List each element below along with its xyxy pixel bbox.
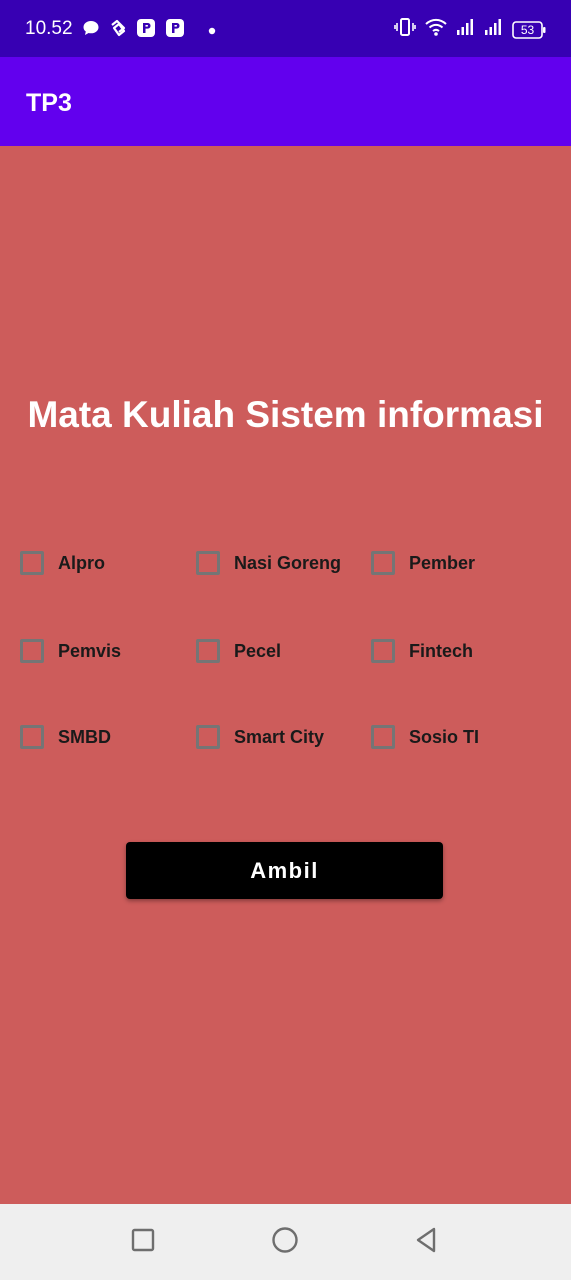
- main-content: Mata Kuliah Sistem informasi Alpro Nasi …: [0, 146, 571, 1204]
- checkbox-square-icon[interactable]: [196, 639, 220, 663]
- back-icon: [414, 1226, 438, 1259]
- back-button[interactable]: [408, 1224, 444, 1260]
- checkbox-label: Alpro: [58, 553, 105, 573]
- recents-icon: [131, 1228, 155, 1257]
- checkbox-smbd[interactable]: SMBD: [11, 717, 111, 757]
- checkbox-label: Fintech: [409, 641, 474, 661]
- link-icon: [109, 19, 127, 42]
- checkbox-pemvis[interactable]: Pemvis: [11, 631, 121, 671]
- status-system-icons: 53: [394, 17, 546, 42]
- status-bar: 10.52 53: [0, 0, 571, 57]
- checkbox-square-icon[interactable]: [20, 551, 44, 575]
- checkbox-label: Smart City: [234, 727, 325, 747]
- p-app-icon: [136, 18, 156, 43]
- app-title: TP3: [26, 89, 72, 117]
- checkbox-square-icon[interactable]: [371, 725, 395, 749]
- dot-icon: [208, 22, 216, 40]
- checkbox-square-icon[interactable]: [20, 639, 44, 663]
- battery-icon: 53: [512, 20, 546, 39]
- p-app-icon: [165, 18, 185, 43]
- app-bar: TP3: [0, 57, 571, 146]
- checkbox-pecel[interactable]: Pecel: [187, 631, 281, 671]
- navigation-bar: [0, 1204, 571, 1280]
- checkbox-square-icon[interactable]: [20, 725, 44, 749]
- checkbox-label: Nasi Goreng: [234, 553, 342, 573]
- recents-button[interactable]: [125, 1224, 161, 1260]
- chat-icon: [82, 19, 100, 42]
- signal-icon: [456, 18, 476, 41]
- home-button[interactable]: [267, 1224, 303, 1260]
- checkbox-alpro[interactable]: Alpro: [11, 543, 105, 583]
- checkbox-label: Pemvis: [58, 641, 122, 661]
- checkbox-fintech[interactable]: Fintech: [362, 631, 473, 671]
- checkbox-smart-city[interactable]: Smart City: [187, 717, 324, 757]
- status-time: 10.52: [25, 18, 73, 39]
- checkbox-square-icon[interactable]: [196, 725, 220, 749]
- battery-level: 53: [520, 22, 535, 37]
- home-icon: [271, 1226, 299, 1259]
- checkbox-label: Pecel: [234, 641, 282, 661]
- course-checkbox-grid: Alpro Nasi Goreng Pember Pemvis Pecel Fi…: [0, 146, 571, 846]
- checkbox-nasi-goreng[interactable]: Nasi Goreng: [187, 543, 341, 583]
- checkbox-pember[interactable]: Pember: [362, 543, 475, 583]
- checkbox-square-icon[interactable]: [196, 551, 220, 575]
- vibrate-icon: [394, 17, 416, 42]
- signal-icon: [484, 18, 504, 41]
- checkbox-square-icon[interactable]: [371, 551, 395, 575]
- checkbox-label: Sosio TI: [409, 727, 480, 747]
- checkbox-sosio-ti[interactable]: Sosio TI: [362, 717, 479, 757]
- ambil-button[interactable]: Ambil: [126, 842, 443, 899]
- checkbox-label: SMBD: [58, 727, 111, 747]
- checkbox-square-icon[interactable]: [371, 639, 395, 663]
- wifi-icon: [424, 17, 448, 42]
- checkbox-label: Pember: [409, 553, 476, 573]
- status-notification-icons: [82, 18, 216, 43]
